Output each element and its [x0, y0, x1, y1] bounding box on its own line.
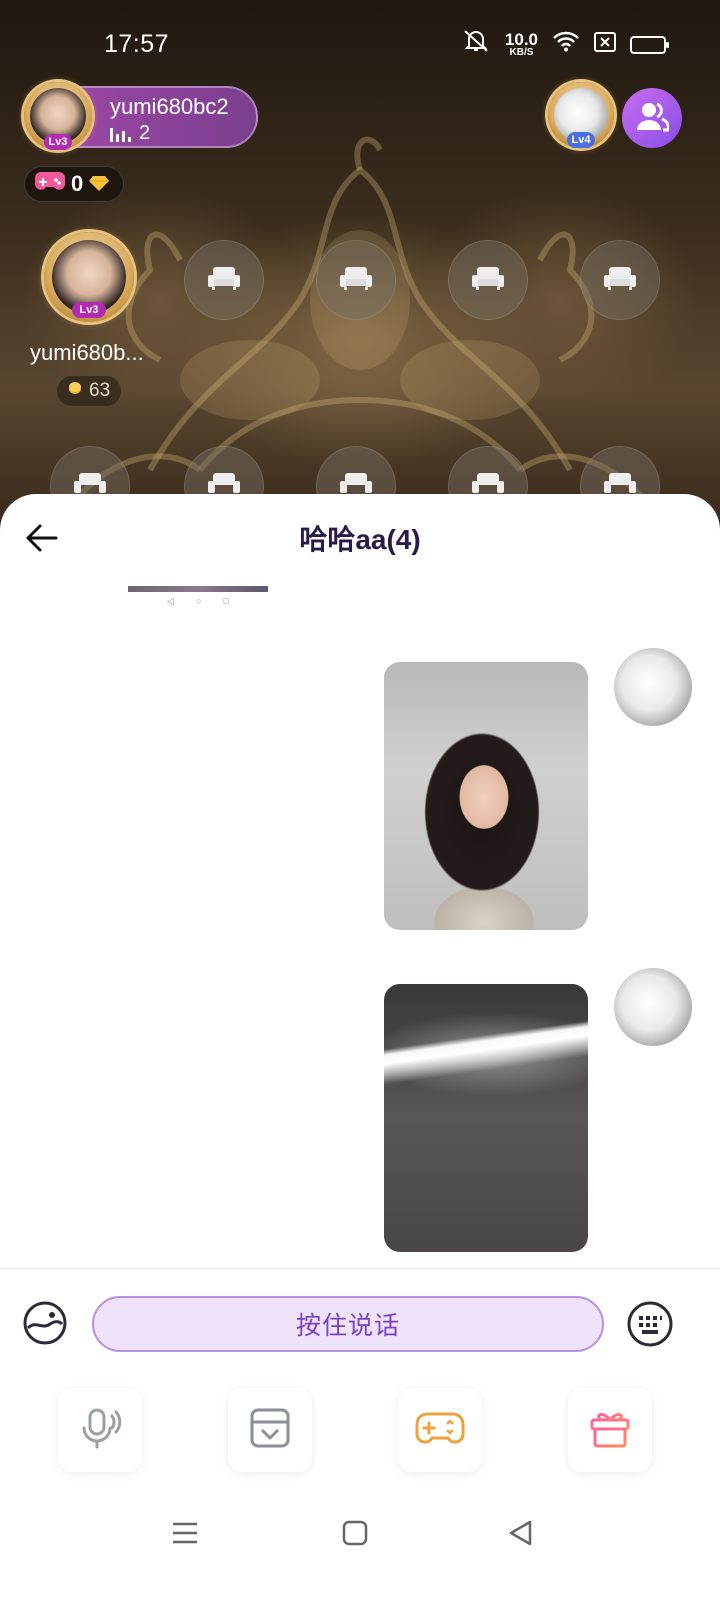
sofa-icon — [339, 265, 373, 296]
net-speed-value: 10.0 — [504, 30, 538, 49]
album-button[interactable] — [228, 1388, 312, 1472]
game-button[interactable] — [398, 1388, 482, 1472]
image-message-selfie[interactable] — [384, 662, 588, 930]
sim-x-icon — [594, 31, 616, 59]
wifi-icon — [552, 30, 580, 59]
members-button[interactable] — [622, 88, 682, 148]
coin-icon — [67, 380, 83, 402]
system-nav-bar — [0, 1504, 720, 1600]
host-fans-count: 2 — [139, 122, 151, 144]
sender-avatar-2[interactable] — [614, 968, 692, 1046]
partial-image-nav: ◁ ○ □ — [167, 596, 229, 606]
empty-seat-4[interactable] — [580, 240, 660, 320]
owner-seat-avatar-frame[interactable]: Lv3 — [44, 232, 134, 322]
empty-seat-2[interactable] — [316, 240, 396, 320]
diamond-icon — [89, 171, 110, 197]
empty-seat-1[interactable] — [184, 240, 264, 320]
back-nav-button[interactable] — [508, 1520, 534, 1551]
album-icon — [248, 1406, 292, 1455]
emoji-button[interactable] — [22, 1300, 68, 1346]
hold-to-talk-button[interactable]: 按住说话 — [92, 1296, 604, 1352]
chat-panel: 哈哈aa(4) ◁ ○ □ 按住说话 — [0, 494, 720, 1600]
owner-coins-value: 63 — [89, 380, 111, 401]
chat-title: 哈哈aa(4) — [299, 524, 421, 555]
mute-bell-icon — [461, 28, 491, 61]
host-name: yumi680bc2 — [110, 94, 229, 119]
game-icon — [415, 1408, 465, 1453]
gamepad-icon — [35, 170, 65, 198]
emoji-landscape-icon — [22, 1301, 68, 1350]
home-nav-button[interactable] — [342, 1520, 368, 1551]
members-icon — [635, 100, 670, 137]
image-message-ceiling[interactable] — [384, 984, 588, 1252]
host-level-badge: Lv3 — [44, 134, 72, 150]
back-triangle-icon — [508, 1520, 534, 1550]
keyboard-icon — [626, 1301, 674, 1352]
owner-coins: 63 — [57, 376, 121, 406]
status-time: 17:57 — [104, 30, 170, 58]
mug-avatar — [614, 968, 692, 1046]
owner-seat-level-badge: Lv3 — [72, 302, 106, 318]
mic-icon — [76, 1404, 124, 1457]
sofa-icon — [603, 265, 637, 296]
right-user-level-badge: Lv4 — [567, 132, 595, 148]
sofa-icon — [471, 265, 505, 296]
gift-icon — [588, 1406, 632, 1455]
partial-image-message[interactable]: ◁ ○ □ — [128, 586, 268, 614]
gift-button[interactable] — [568, 1388, 652, 1472]
status-icons: 10.0 KB/S — [461, 28, 669, 61]
mug-avatar — [614, 648, 692, 726]
status-bar: 17:57 10.0 KB/S — [0, 0, 720, 88]
keyboard-button[interactable] — [626, 1300, 674, 1348]
sofa-icon — [207, 265, 241, 296]
home-square-icon — [342, 1520, 368, 1550]
menu-nav-button[interactable] — [172, 1520, 198, 1551]
chat-header: 哈哈aa(4) — [0, 494, 720, 578]
battery-icon — [630, 35, 669, 54]
signal-bars-icon — [110, 126, 131, 142]
game-badge[interactable]: 0 — [24, 166, 124, 202]
menu-icon — [172, 1522, 198, 1550]
voice-button[interactable] — [58, 1388, 142, 1472]
input-divider — [0, 1268, 720, 1269]
host-fans: 2 — [110, 122, 150, 145]
sender-avatar-1[interactable] — [614, 648, 692, 726]
right-user-avatar-frame[interactable]: Lv4 — [548, 82, 614, 148]
net-speed-unit: KB/S — [509, 47, 534, 58]
game-count: 0 — [71, 171, 84, 196]
empty-seat-3[interactable] — [448, 240, 528, 320]
owner-seat-name: yumi680b... — [30, 340, 144, 365]
host-avatar-frame[interactable]: Lv3 — [24, 82, 92, 150]
net-speed: 10.0 KB/S — [505, 31, 538, 58]
